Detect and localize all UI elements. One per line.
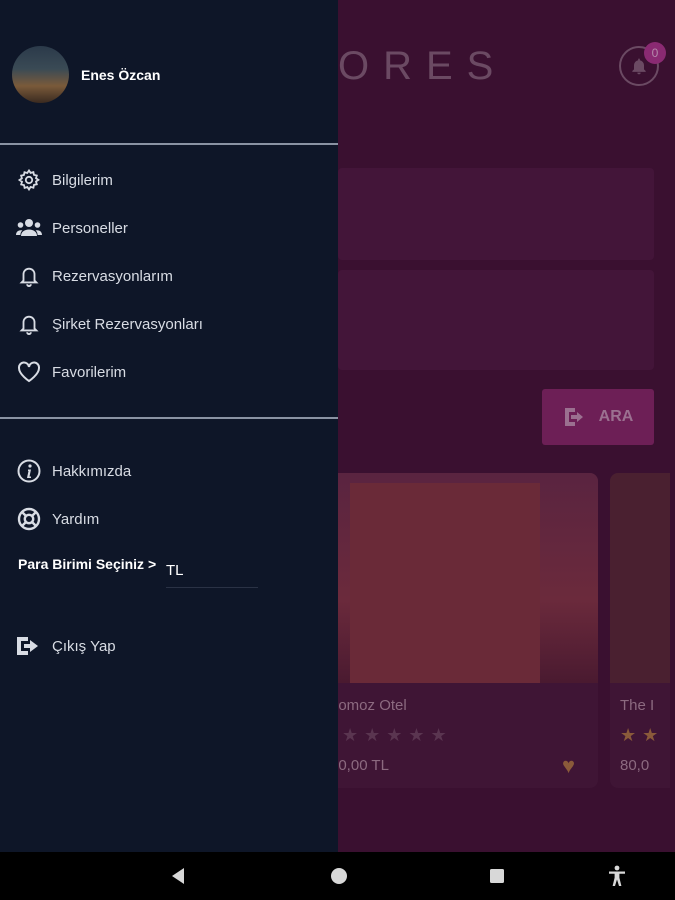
- search-button-label: ARA: [598, 408, 634, 425]
- menu-item-label: Personeller: [52, 219, 128, 237]
- menu-item-cikis-yap[interactable]: Çıkış Yap: [16, 631, 116, 661]
- accessibility-icon: [609, 865, 625, 886]
- hotel-image: [610, 473, 670, 683]
- app-logo: ORES: [338, 44, 508, 88]
- heart-outline-icon: [16, 359, 42, 385]
- recents-square-icon: [490, 869, 504, 883]
- gear-icon: [16, 167, 42, 193]
- bell-icon: [16, 311, 42, 337]
- currency-row: Para Birimi Seçiniz >: [18, 556, 156, 572]
- hotel-price: 80,0: [620, 757, 650, 774]
- back-button[interactable]: [166, 864, 190, 888]
- building-graphic: [350, 483, 540, 683]
- hotel-name: nomoz Otel: [330, 697, 407, 714]
- bell-icon: [16, 263, 42, 289]
- menu-item-personeller[interactable]: Personeller: [16, 213, 128, 243]
- menu-item-label: Hakkımızda: [52, 462, 132, 480]
- accessibility-button[interactable]: [605, 864, 629, 888]
- menu-item-label: Çıkış Yap: [52, 637, 116, 655]
- system-nav-bar: [0, 852, 675, 900]
- divider: [0, 143, 338, 145]
- menu-item-label: Bilgilerim: [52, 171, 113, 189]
- menu-item-hakkimizda[interactable]: Hakkımızda: [16, 456, 131, 486]
- hotel-price: 50,00 TL: [330, 757, 389, 774]
- profile-name: Enes Özcan: [81, 66, 161, 83]
- menu-item-yardim[interactable]: Yardım: [16, 504, 99, 534]
- recents-button[interactable]: [485, 864, 509, 888]
- menu-item-label: Rezervasyonlarım: [52, 267, 173, 285]
- menu-item-label: Yardım: [52, 510, 100, 528]
- divider: [0, 417, 338, 419]
- search-go-icon: [564, 408, 583, 426]
- menu-item-sirket-rezervasyonlari[interactable]: Şirket Rezervasyonları: [16, 309, 203, 339]
- hotel-card[interactable]: nomoz Otel ★★★★★ 50,00 TL ♥: [330, 473, 598, 788]
- home-circle-icon: [331, 868, 347, 884]
- search-button[interactable]: ARA: [542, 389, 654, 445]
- home-button[interactable]: [327, 864, 351, 888]
- avatar: [12, 46, 69, 103]
- logout-icon: [16, 633, 42, 659]
- menu-item-label: Şirket Rezervasyonları: [52, 315, 203, 333]
- notification-badge: 0: [644, 42, 666, 64]
- back-triangle-icon: [172, 868, 184, 884]
- search-field-destination[interactable]: [338, 168, 654, 260]
- users-icon: [16, 215, 42, 241]
- currency-select[interactable]: TL: [166, 562, 258, 588]
- favorite-heart-icon[interactable]: ♥: [562, 753, 575, 779]
- navigation-drawer: Enes Özcan Bilgilerim Personeller Rezerv…: [0, 0, 338, 852]
- info-icon: [16, 458, 42, 484]
- menu-item-rezervasyonlarim[interactable]: Rezervasyonlarım: [16, 261, 173, 291]
- lifebuoy-icon: [16, 506, 42, 532]
- hotel-card[interactable]: The I ★★ 80,0: [610, 473, 670, 788]
- hotel-stars: ★★★★★: [342, 725, 453, 745]
- search-field-dates[interactable]: [338, 270, 654, 370]
- hotel-name: The I: [620, 697, 655, 714]
- menu-item-label: Favorilerim: [52, 363, 127, 381]
- currency-label: Para Birimi Seçiniz >: [18, 556, 157, 572]
- profile-header[interactable]: Enes Özcan: [12, 46, 160, 103]
- menu-item-bilgilerim[interactable]: Bilgilerim: [16, 165, 113, 195]
- menu-item-favorilerim[interactable]: Favorilerim: [16, 357, 126, 387]
- hotel-stars: ★★: [620, 725, 665, 745]
- hotel-image: [330, 473, 598, 683]
